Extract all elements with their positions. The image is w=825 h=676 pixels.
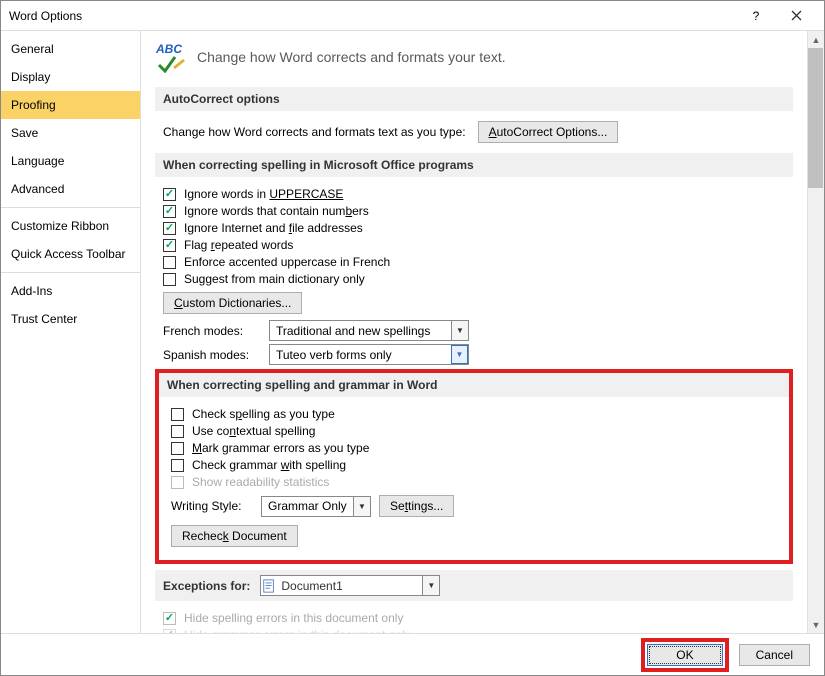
sidebar-item-language[interactable]: Language (1, 147, 140, 175)
sidebar-item-customize-ribbon[interactable]: Customize Ribbon (1, 212, 140, 240)
dialog-footer: OK Cancel (1, 633, 824, 675)
lbl-french-accent: Enforce accented uppercase in French (184, 255, 390, 269)
lbl-readability: Show readability statistics (192, 475, 329, 489)
scroll-up-icon[interactable]: ▲ (808, 31, 824, 48)
section-spelling-office: When correcting spelling in Microsoft Of… (155, 153, 793, 177)
lbl-repeated: Flag repeated words (184, 238, 293, 252)
sidebar-item-display[interactable]: Display (1, 63, 140, 91)
sidebar-item-trust-center[interactable]: Trust Center (1, 305, 140, 333)
vertical-scrollbar[interactable]: ▲ ▼ (807, 31, 824, 633)
chevron-down-icon: ▼ (451, 345, 468, 364)
sidebar-item-quick-access[interactable]: Quick Access Toolbar (1, 240, 140, 268)
chk-main-dict[interactable] (163, 273, 176, 286)
chk-internet[interactable] (163, 222, 176, 235)
exceptions-select[interactable]: Document1 ▼ (260, 575, 440, 596)
window-title: Word Options (9, 9, 736, 23)
help-button[interactable]: ? (736, 2, 776, 30)
lbl-uppercase: Ignore words in UPPERCASE (184, 187, 343, 201)
lbl-numbers: Ignore words that contain numbers (184, 204, 369, 218)
page-subtitle: Change how Word corrects and formats you… (197, 49, 506, 65)
content-area: ABC Change how Word corrects and formats… (141, 31, 807, 633)
writing-style-label: Writing Style: (171, 499, 253, 513)
document-icon (261, 579, 277, 593)
section-spelling-word: When correcting spelling and grammar in … (159, 373, 789, 397)
close-button[interactable] (776, 2, 816, 30)
spanish-modes-select[interactable]: Tuteo verb forms only ▼ (269, 344, 469, 365)
custom-dictionaries-button[interactable]: Custom Dictionaries... (163, 292, 302, 314)
ok-button[interactable]: OK (647, 644, 722, 666)
french-modes-select[interactable]: Traditional and new spellings ▼ (269, 320, 469, 341)
chk-numbers[interactable] (163, 205, 176, 218)
chk-uppercase[interactable] (163, 188, 176, 201)
svg-text:ABC: ABC (155, 42, 182, 56)
spanish-modes-label: Spanish modes: (163, 348, 261, 362)
chk-grammar-type[interactable] (171, 442, 184, 455)
lbl-hide-spelling: Hide spelling errors in this document on… (184, 611, 403, 625)
sidebar-item-addins[interactable]: Add-Ins (1, 277, 140, 305)
autocorrect-intro: Change how Word corrects and formats tex… (163, 125, 466, 139)
highlighted-section: When correcting spelling and grammar in … (155, 369, 793, 564)
chevron-down-icon: ▼ (451, 321, 468, 340)
chk-hide-spelling (163, 612, 176, 625)
scroll-down-icon[interactable]: ▼ (808, 616, 824, 633)
lbl-grammar-spell: Check grammar with spelling (192, 458, 346, 472)
autocorrect-options-button[interactable]: AutoCorrect Options... (478, 121, 619, 143)
section-exceptions: Exceptions for: Document1 ▼ (155, 570, 793, 601)
scroll-thumb[interactable] (808, 48, 823, 188)
titlebar: Word Options ? (1, 1, 824, 31)
sidebar: General Display Proofing Save Language A… (1, 31, 141, 633)
recheck-document-button[interactable]: Recheck Document (171, 525, 298, 547)
lbl-spelling-type: Check spelling as you type (192, 407, 335, 421)
section-autocorrect: AutoCorrect options (155, 87, 793, 111)
exceptions-label: Exceptions for: (163, 579, 250, 593)
cancel-button[interactable]: Cancel (739, 644, 810, 666)
chk-grammar-spell[interactable] (171, 459, 184, 472)
chevron-down-icon: ▼ (422, 576, 439, 595)
chk-french-accent[interactable] (163, 256, 176, 269)
sidebar-item-proofing[interactable]: Proofing (1, 91, 140, 119)
ok-highlight: OK (641, 638, 728, 672)
settings-button[interactable]: Settings... (379, 495, 454, 517)
chk-readability (171, 476, 184, 489)
sidebar-item-general[interactable]: General (1, 35, 140, 63)
lbl-main-dict: Suggest from main dictionary only (184, 272, 365, 286)
writing-style-select[interactable]: Grammar Only ▼ (261, 496, 371, 517)
lbl-hide-grammar: Hide grammar errors in this document onl… (184, 628, 411, 633)
lbl-internet: Ignore Internet and file addresses (184, 221, 363, 235)
proofing-icon: ABC (155, 41, 187, 73)
chk-repeated[interactable] (163, 239, 176, 252)
lbl-grammar-type: Mark grammar errors as you type (192, 441, 369, 455)
french-modes-label: French modes: (163, 324, 261, 338)
chevron-down-icon: ▼ (353, 497, 370, 516)
lbl-contextual: Use contextual spelling (192, 424, 315, 438)
chk-spelling-type[interactable] (171, 408, 184, 421)
chk-hide-grammar (163, 629, 176, 634)
sidebar-item-save[interactable]: Save (1, 119, 140, 147)
sidebar-item-advanced[interactable]: Advanced (1, 175, 140, 203)
word-options-dialog: Word Options ? General Display Proofing … (0, 0, 825, 676)
chk-contextual[interactable] (171, 425, 184, 438)
